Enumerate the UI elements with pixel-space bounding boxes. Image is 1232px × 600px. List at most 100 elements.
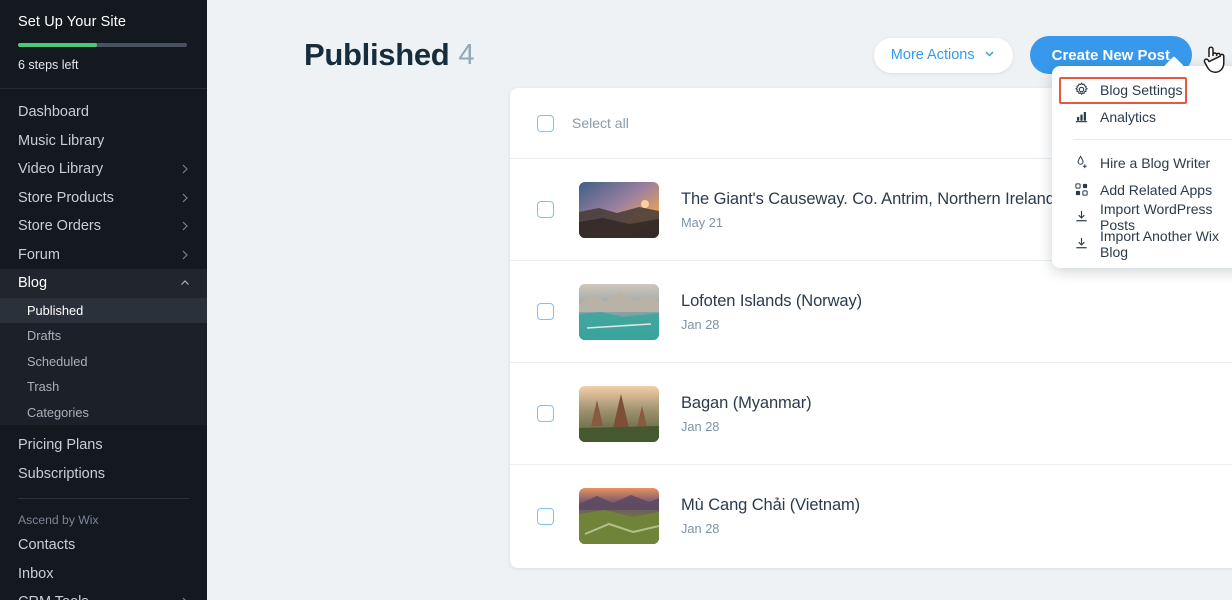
sidebar-item-label: Forum [18, 247, 60, 263]
post-title: Lofoten Islands (Norway) [681, 292, 862, 311]
menu-item-import-another-wix-blog[interactable]: Import Another Wix Blog [1052, 230, 1232, 257]
more-actions-button[interactable]: More Actions [874, 38, 1013, 73]
post-title: The Giant's Causeway. Co. Antrim, Northe… [681, 190, 1055, 209]
sidebar-item-label: Inbox [18, 566, 53, 582]
post-thumbnail [579, 386, 659, 442]
post-date: Jan 28 [681, 317, 862, 332]
table-row[interactable]: Mù Cang Chải (Vietnam) Jan 28 ... [510, 465, 1232, 567]
setup-site-block[interactable]: Set Up Your Site 6 steps left [0, 0, 207, 89]
sidebar-subitem-label: Categories [27, 405, 89, 420]
row-checkbox[interactable] [537, 303, 554, 320]
pen-plus-icon [1074, 155, 1089, 170]
row-checkbox[interactable] [537, 405, 554, 422]
sidebar-item-label: Pricing Plans [18, 437, 103, 453]
post-meta: Bagan (Myanmar) Jan 28 [681, 394, 812, 434]
sidebar-item-categories[interactable]: Categories [0, 400, 207, 426]
chevron-right-icon [179, 249, 191, 261]
chevron-right-icon [179, 596, 191, 600]
sidebar-item-published[interactable]: Published [0, 298, 207, 324]
sidebar-item-label: Music Library [18, 133, 104, 149]
page-title: Published [304, 37, 449, 73]
sidebar-subitem-label: Drafts [27, 328, 61, 343]
sidebar-item-dashboard[interactable]: Dashboard [0, 98, 207, 127]
more-actions-dropdown: Blog Settings Analytics [1052, 66, 1232, 268]
select-all-checkbox[interactable] [537, 115, 554, 132]
sidebar-item-trash[interactable]: Trash [0, 374, 207, 400]
setup-progress-bar [18, 43, 187, 47]
sidebar-item-store-products[interactable]: Store Products [0, 184, 207, 213]
menu-item-label: Add Related Apps [1100, 182, 1212, 198]
select-all-label: Select all [572, 115, 629, 131]
post-date: Jan 28 [681, 521, 860, 536]
row-checkbox[interactable] [537, 508, 554, 525]
post-meta: Lofoten Islands (Norway) Jan 28 [681, 292, 862, 332]
sidebar-item-drafts[interactable]: Drafts [0, 323, 207, 349]
table-row[interactable]: Lofoten Islands (Norway) Jan 28 ... [510, 261, 1232, 363]
sidebar-nav: Dashboard Music Library Video Library St… [0, 89, 207, 600]
sidebar-subitem-label: Published [27, 303, 83, 318]
sidebar-item-label: Contacts [18, 537, 75, 553]
menu-item-blog-settings[interactable]: Blog Settings [1052, 76, 1232, 103]
menu-item-add-related-apps[interactable]: Add Related Apps [1052, 176, 1232, 203]
post-date: Jan 28 [681, 419, 812, 434]
sidebar: Set Up Your Site 6 steps left Dashboard … [0, 0, 207, 600]
gear-icon [1074, 82, 1089, 97]
menu-item-import-wordpress-posts[interactable]: Import WordPress Posts [1052, 203, 1232, 230]
download-icon [1074, 236, 1089, 251]
sidebar-divider [18, 498, 189, 499]
sidebar-item-label: Store Products [18, 190, 114, 206]
sidebar-item-music-library[interactable]: Music Library [0, 127, 207, 156]
post-meta: The Giant's Causeway. Co. Antrim, Northe… [681, 190, 1055, 230]
menu-item-analytics[interactable]: Analytics [1052, 103, 1232, 130]
menu-item-label: Analytics [1100, 109, 1156, 125]
post-meta: Mù Cang Chải (Vietnam) Jan 28 [681, 496, 860, 536]
setup-steps-left: 6 steps left [18, 58, 189, 72]
menu-item-hire-a-blog-writer[interactable]: Hire a Blog Writer [1052, 149, 1232, 176]
sidebar-item-video-library[interactable]: Video Library [0, 155, 207, 184]
published-count: 4 [458, 39, 474, 72]
main-content: Published 4 More Actions Create New Post… [207, 0, 1232, 600]
chevron-right-icon [179, 192, 191, 204]
menu-item-label: Import Another Wix Blog [1100, 228, 1232, 260]
sidebar-item-label: Store Orders [18, 218, 101, 234]
sidebar-item-label: Blog [18, 275, 47, 291]
menu-item-label: Hire a Blog Writer [1100, 155, 1210, 171]
bar-chart-icon [1074, 109, 1089, 124]
menu-divider [1074, 139, 1232, 140]
row-checkbox[interactable] [537, 201, 554, 218]
apps-grid-icon [1074, 182, 1089, 197]
sidebar-item-pricing-plans[interactable]: Pricing Plans [0, 431, 207, 460]
sidebar-item-contacts[interactable]: Contacts [0, 531, 207, 560]
setup-site-title: Set Up Your Site [18, 14, 189, 30]
sidebar-item-label: Video Library [18, 161, 103, 177]
sidebar-item-crm-tools[interactable]: CRM Tools [0, 588, 207, 600]
post-title: Mù Cang Chải (Vietnam) [681, 496, 860, 515]
chevron-right-icon [179, 163, 191, 175]
blog-dashboard-app: Set Up Your Site 6 steps left Dashboard … [0, 0, 1232, 600]
sidebar-item-scheduled[interactable]: Scheduled [0, 349, 207, 375]
create-new-post-label: Create New Post [1052, 47, 1170, 64]
post-thumbnail [579, 284, 659, 340]
sidebar-item-blog[interactable]: Blog [0, 269, 207, 298]
sidebar-item-label: Subscriptions [18, 466, 105, 482]
post-title: Bagan (Myanmar) [681, 394, 812, 413]
download-icon [1074, 209, 1089, 224]
chevron-down-icon [983, 47, 996, 64]
chevron-right-icon [179, 220, 191, 232]
sidebar-item-subscriptions[interactable]: Subscriptions [0, 460, 207, 489]
sidebar-item-label: CRM Tools [18, 594, 89, 600]
post-thumbnail [579, 488, 659, 544]
sidebar-subitem-label: Trash [27, 379, 59, 394]
sidebar-item-forum[interactable]: Forum [0, 241, 207, 270]
chevron-up-icon [179, 277, 191, 289]
sidebar-item-inbox[interactable]: Inbox [0, 560, 207, 589]
table-row[interactable]: Bagan (Myanmar) Jan 28 ... [510, 363, 1232, 465]
more-actions-label: More Actions [891, 47, 975, 63]
post-date: May 21 [681, 215, 1055, 230]
sidebar-item-label: Dashboard [18, 104, 89, 120]
sidebar-item-store-orders[interactable]: Store Orders [0, 212, 207, 241]
menu-item-label: Blog Settings [1100, 82, 1183, 98]
sidebar-blog-subnav: Published Drafts Scheduled Trash Categor… [0, 298, 207, 426]
sidebar-section-ascend: Ascend by Wix [0, 508, 207, 531]
setup-progress-fill [18, 43, 97, 47]
